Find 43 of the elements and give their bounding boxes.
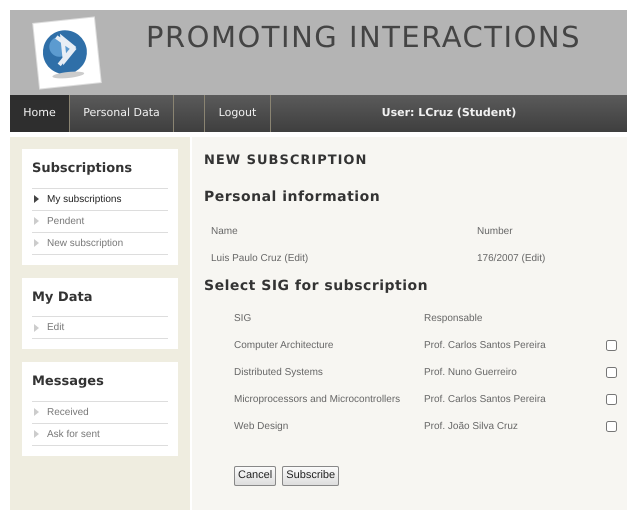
form-button[interactable]: Cancel: [234, 466, 276, 486]
nav-tab[interactable]: Logout: [205, 95, 271, 132]
table-cell-text: Web Design: [234, 420, 290, 434]
sidebar-link[interactable]: Pendent: [32, 210, 168, 232]
sidebar-link[interactable]: Received: [32, 402, 168, 424]
section-heading: Personal information: [204, 188, 382, 206]
nav-tab[interactable]: Home: [10, 95, 70, 132]
section-heading: Select SIG for subscription: [204, 276, 430, 296]
table-cell-text: Computer Architecture: [234, 338, 334, 352]
sidebar-link[interactable]: My subscriptions: [32, 188, 168, 210]
arrow-icon: [34, 430, 39, 438]
checkbox[interactable]: [606, 394, 617, 404]
arrow-icon: [34, 217, 39, 225]
column-header: Responsable: [424, 312, 484, 326]
table-cell-text: Prof. João Silva Cruz: [424, 420, 519, 434]
checkbox[interactable]: [606, 366, 617, 378]
column-header: Number: [477, 224, 514, 238]
site-title: PROMOTING INTERACTIONS: [146, 19, 581, 56]
table-cell-text: Prof. Carlos Santos Pereira: [424, 338, 547, 352]
arrow-icon: [34, 195, 39, 203]
page-heading: NEW SUBSCRIPTION: [204, 152, 368, 170]
column-header: Name: [211, 224, 239, 238]
checkbox[interactable]: [606, 340, 617, 350]
nav-tab[interactable]: Personal Data: [70, 95, 174, 132]
panel-title: My Data: [32, 288, 94, 306]
arrow-icon: [34, 408, 39, 416]
sidebar-link[interactable]: Edit: [32, 317, 168, 339]
sidebar-link[interactable]: Ask for sent: [32, 424, 168, 446]
table-cell-text: Prof. Nuno Guerreiro: [424, 366, 518, 380]
arrow-icon: [34, 239, 39, 247]
panel-title: Messages: [32, 373, 105, 391]
user-label: User: LCruz (Student): [382, 105, 516, 122]
table-cell-text: Distributed Systems: [234, 366, 324, 380]
table-cell-text: Prof. Carlos Santos Pereira: [424, 392, 547, 406]
column-header: SIG: [234, 312, 252, 326]
table-cell-text: Luis Paulo Cruz (Edit): [211, 252, 310, 266]
panel-title: Subscriptions: [32, 160, 134, 178]
checkbox[interactable]: [606, 420, 617, 432]
arrow-icon: [34, 324, 39, 332]
form-button[interactable]: Subscribe: [282, 466, 340, 486]
table-cell-text: Microprocessors and Microcontrollers: [234, 392, 402, 406]
table-cell-text: 176/2007 (Edit): [477, 252, 546, 266]
sidebar-link[interactable]: New subscription: [32, 232, 168, 254]
